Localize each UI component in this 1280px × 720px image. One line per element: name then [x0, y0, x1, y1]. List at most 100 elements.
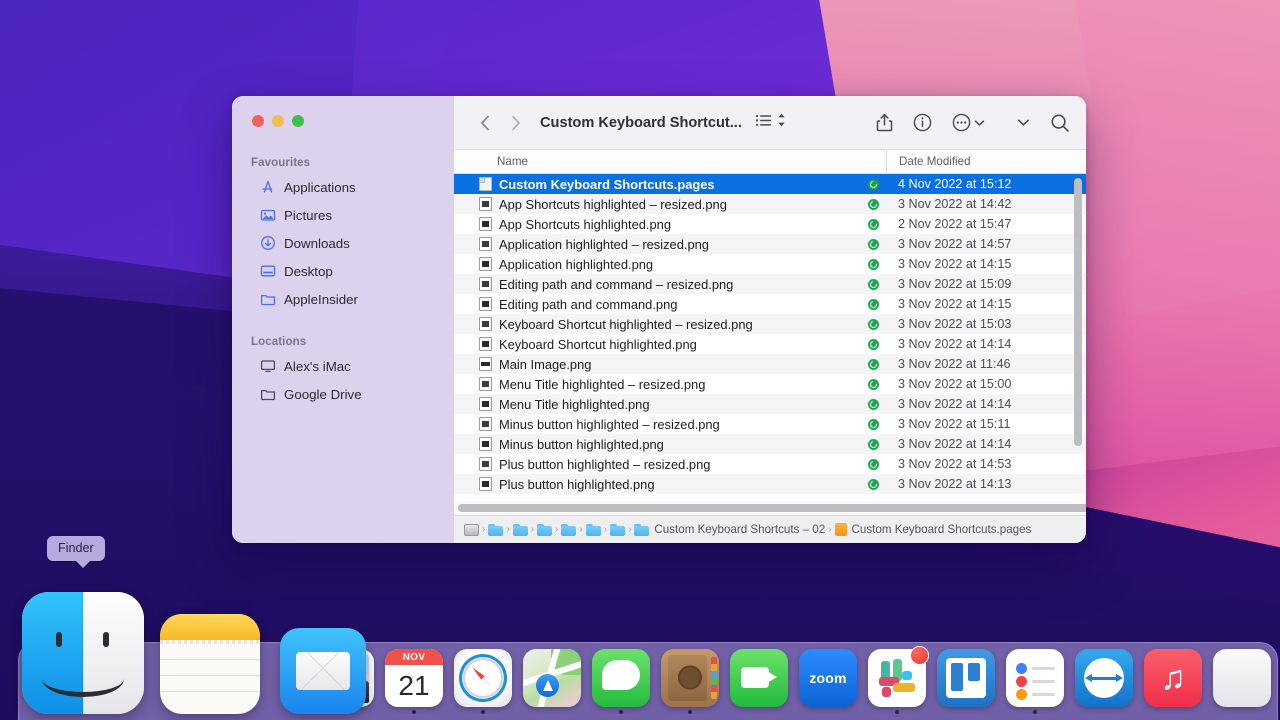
safari-icon[interactable] — [454, 649, 512, 707]
table-row[interactable]: Menu Title highlighted – resized.png3 No… — [454, 374, 1086, 394]
sidebar-item-google-drive[interactable]: Google Drive — [241, 380, 445, 408]
finder-window[interactable]: Favourites Applications Pictures — [232, 96, 1086, 543]
messages-icon[interactable] — [592, 649, 650, 707]
table-row[interactable]: Plus button highlighted – resized.png3 N… — [454, 454, 1086, 474]
sidebar-item-downloads[interactable]: Downloads — [241, 229, 445, 257]
zoom-app-icon[interactable]: zoom — [799, 649, 857, 707]
finder-icon[interactable] — [22, 592, 144, 714]
breadcrumb-item[interactable] — [586, 524, 601, 536]
column-header-name[interactable]: Name — [454, 150, 886, 173]
breadcrumb-item[interactable] — [561, 524, 576, 536]
maps-icon[interactable] — [523, 649, 581, 707]
table-row[interactable]: Application highlighted – resized.png3 N… — [454, 234, 1086, 254]
path-bar[interactable]: ›››››››Custom Keyboard Shortcuts – 02›Cu… — [454, 515, 1086, 543]
sync-check-icon — [868, 399, 879, 410]
trash-icon[interactable] — [1213, 649, 1271, 707]
facetime-icon[interactable] — [730, 649, 788, 707]
dock-item-reminders[interactable] — [1006, 649, 1064, 714]
search-icon[interactable] — [1050, 113, 1070, 133]
sort-icon[interactable] — [776, 112, 787, 133]
dock-item-teamviewer[interactable] — [1075, 649, 1133, 714]
horizontal-scrollbar[interactable] — [458, 504, 1086, 512]
horizontal-scrollbar-track[interactable] — [454, 501, 1086, 515]
breadcrumb-item[interactable] — [488, 524, 503, 536]
table-row[interactable]: Menu Title highlighted.png3 Nov 2022 at … — [454, 394, 1086, 414]
table-row[interactable]: Keyboard Shortcut highlighted.png3 Nov 2… — [454, 334, 1086, 354]
trello-icon[interactable] — [937, 649, 995, 707]
sidebar-item-applications[interactable]: Applications — [241, 173, 445, 201]
dock-item-music[interactable]: ♫ — [1144, 649, 1202, 714]
breadcrumb-item[interactable] — [513, 524, 528, 536]
table-row[interactable]: Main Image.png3 Nov 2022 at 11:46 — [454, 354, 1086, 374]
breadcrumb-separator: › — [531, 524, 534, 535]
sidebar-item-appleinsider[interactable]: AppleInsider — [241, 285, 445, 313]
share-icon[interactable] — [876, 113, 893, 132]
sidebar-item-desktop[interactable]: Desktop — [241, 257, 445, 285]
dock-item-slack[interactable] — [868, 649, 926, 714]
column-header-date-modified[interactable]: Date Modified — [886, 150, 1086, 173]
window-controls[interactable] — [232, 96, 454, 127]
forward-button[interactable] — [502, 110, 528, 136]
sync-check-icon — [868, 279, 879, 290]
dock-item-messages[interactable] — [592, 649, 650, 714]
info-icon[interactable] — [913, 113, 932, 132]
table-row[interactable]: Application highlighted.png3 Nov 2022 at… — [454, 254, 1086, 274]
dock-running-indicator — [895, 710, 899, 714]
dock-item-mail[interactable] — [280, 628, 366, 714]
breadcrumb-item[interactable]: Custom Keyboard Shortcuts.pages — [835, 523, 1032, 536]
breadcrumb-item[interactable] — [464, 524, 479, 536]
mail-icon[interactable] — [280, 628, 366, 714]
dock-running-indicator — [1033, 710, 1037, 714]
file-date-modified: 3 Nov 2022 at 14:15 — [886, 257, 1086, 271]
file-name: Menu Title highlighted – resized.png — [499, 377, 705, 392]
dock-item-safari[interactable] — [454, 649, 512, 714]
table-row[interactable]: Keyboard Shortcut highlighted – resized.… — [454, 314, 1086, 334]
view-options-group[interactable] — [755, 112, 787, 133]
dock-item-notes[interactable] — [160, 614, 260, 714]
teamviewer-icon[interactable] — [1075, 649, 1133, 707]
file-list[interactable]: Custom Keyboard Shortcuts.pages4 Nov 202… — [454, 174, 1086, 501]
calendar-icon[interactable]: NOV 21 — [385, 649, 443, 707]
table-row[interactable]: Minus button highlighted – resized.png3 … — [454, 414, 1086, 434]
sidebar-item-pictures[interactable]: Pictures — [241, 201, 445, 229]
table-row[interactable]: Custom Keyboard Shortcuts.pages4 Nov 202… — [454, 174, 1086, 194]
table-row[interactable]: Editing path and command.png3 Nov 2022 a… — [454, 294, 1086, 314]
breadcrumb-separator: › — [628, 524, 631, 535]
dock-item-calendar[interactable]: NOV 21 — [385, 649, 443, 714]
dock-item-zoom[interactable]: zoom — [799, 649, 857, 714]
reminders-icon[interactable] — [1006, 649, 1064, 707]
file-date-modified: 3 Nov 2022 at 11:46 — [886, 357, 1086, 371]
notes-icon[interactable] — [160, 614, 260, 714]
dock-item-contacts[interactable] — [661, 649, 719, 714]
dock-item-facetime[interactable] — [730, 649, 788, 714]
breadcrumb-item[interactable]: Custom Keyboard Shortcuts – 02 — [634, 523, 825, 536]
vertical-scrollbar[interactable] — [1074, 178, 1082, 446]
table-row[interactable]: App Shortcuts highlighted.png2 Nov 2022 … — [454, 214, 1086, 234]
list-view-icon[interactable] — [755, 113, 772, 133]
table-row[interactable]: Editing path and command – resized.png3 … — [454, 274, 1086, 294]
dock-tooltip: Finder — [47, 536, 105, 561]
breadcrumb-item[interactable] — [610, 524, 625, 536]
back-button[interactable] — [472, 110, 498, 136]
dock-item-finder[interactable] — [22, 592, 144, 714]
file-name-cell: Plus button highlighted.png — [454, 477, 860, 492]
table-row[interactable]: Plus button highlighted.png3 Nov 2022 at… — [454, 474, 1086, 494]
zoom-button[interactable] — [292, 115, 304, 127]
group-chevron-down-icon[interactable] — [1017, 118, 1030, 127]
music-icon[interactable]: ♫ — [1144, 649, 1202, 707]
close-button[interactable] — [252, 115, 264, 127]
table-row[interactable]: App Shortcuts highlighted – resized.png3… — [454, 194, 1086, 214]
minimize-button[interactable] — [272, 115, 284, 127]
breadcrumb-item[interactable] — [537, 524, 552, 536]
sync-badge-cell — [860, 319, 886, 330]
dock-item-trash[interactable] — [1213, 649, 1271, 714]
finder-toolbar: Custom Keyboard Shortcut... — [454, 96, 1086, 150]
sync-badge-cell — [860, 239, 886, 250]
sync-check-icon — [868, 259, 879, 270]
contacts-icon[interactable] — [661, 649, 719, 707]
table-row[interactable]: Minus button highlighted.png3 Nov 2022 a… — [454, 434, 1086, 454]
dock-item-trello[interactable] — [937, 649, 995, 714]
dock-item-maps[interactable] — [523, 649, 581, 714]
more-actions-button[interactable] — [952, 113, 985, 132]
sidebar-item-alexs-imac[interactable]: Alex's iMac — [241, 352, 445, 380]
